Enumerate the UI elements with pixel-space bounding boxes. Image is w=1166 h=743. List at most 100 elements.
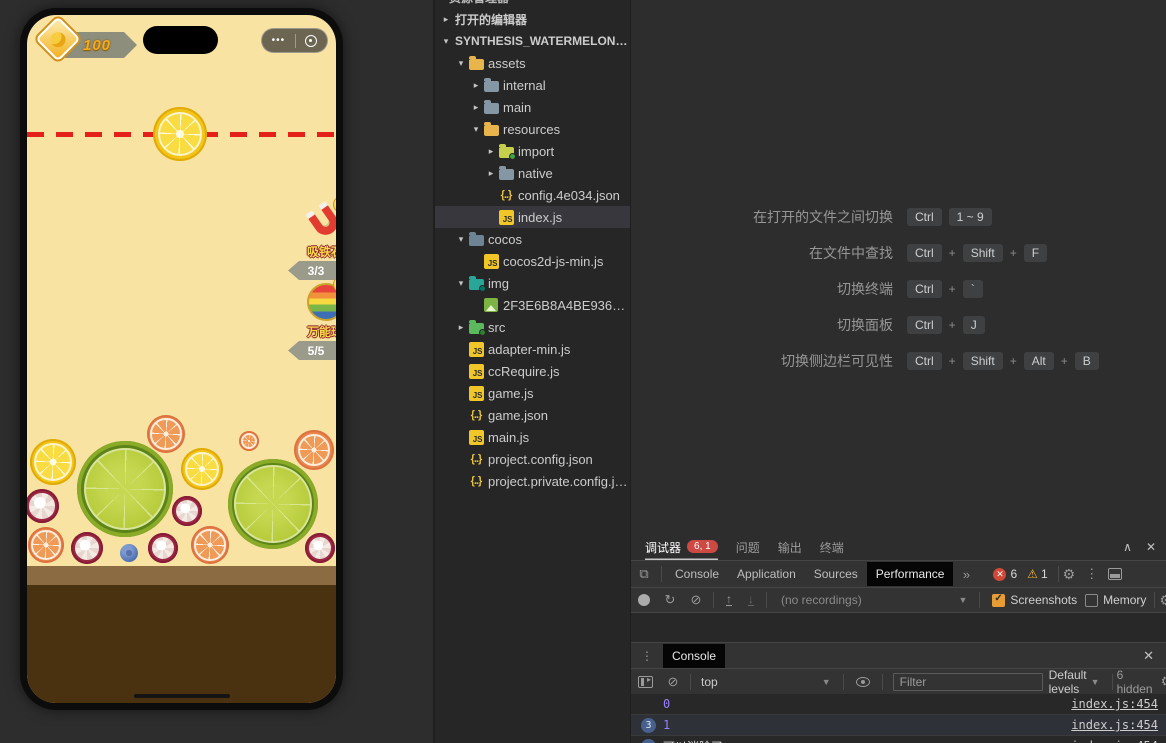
chevron-right-icon[interactable]: ▸: [439, 14, 453, 25]
clear-console-icon[interactable]: ⊘: [660, 674, 686, 690]
panel-tab-调试器[interactable]: 调试器6, 1: [645, 533, 718, 560]
chevron-down-icon[interactable]: ▾: [454, 278, 468, 289]
tree-row-index-js[interactable]: JSindex.js: [435, 206, 630, 228]
warning-count[interactable]: ⚠ 1: [1027, 567, 1047, 581]
tree-row-ccrequire-js[interactable]: JSccRequire.js: [435, 360, 630, 382]
log-message: 1: [663, 718, 670, 732]
dock-side-icon[interactable]: [1108, 568, 1122, 580]
capsule-exit-icon[interactable]: [305, 35, 317, 47]
tree-row-src[interactable]: ▸src: [435, 316, 630, 338]
tree-row-synthesis-watermelon-main[interactable]: ▾SYNTHESIS_WATERMELON-MAIN: [435, 30, 630, 52]
lemon-fruit: [30, 439, 76, 485]
memory-checkbox[interactable]: [1085, 594, 1098, 607]
tree-row-label: index.js: [518, 210, 562, 225]
clear-recordings-icon[interactable]: ⊘: [683, 592, 709, 608]
tree-row-import[interactable]: ▸import: [435, 140, 630, 162]
chevron-down-icon[interactable]: ▾: [469, 124, 483, 135]
phone-notch: [143, 26, 218, 54]
tree-row-assets[interactable]: ▾assets: [435, 52, 630, 74]
tree-row-main[interactable]: ▸main: [435, 96, 630, 118]
devtools-settings-icon[interactable]: ⚙: [1063, 566, 1076, 583]
console-settings-icon[interactable]: ⚙: [1161, 673, 1166, 690]
json-file-icon: {..}: [498, 187, 514, 203]
tree-row-game-json[interactable]: {..}game.json: [435, 404, 630, 426]
tree-row-cocos2d-js-min-js[interactable]: JScocos2d-js-min.js: [435, 250, 630, 272]
tree-row-main-js[interactable]: JSmain.js: [435, 426, 630, 448]
drawer-close-icon[interactable]: ✕: [1143, 648, 1166, 664]
more-tabs-icon[interactable]: »: [953, 567, 979, 582]
console-log-list: 0index.js:45431index.js:454可以消除了index.js…: [631, 694, 1166, 743]
devtools-tab-sources[interactable]: Sources: [805, 562, 867, 586]
levels-caret-icon[interactable]: ▼: [1091, 677, 1100, 687]
devtools-tab-console[interactable]: Console: [666, 562, 728, 586]
keycap: 1 ~ 9: [949, 208, 992, 226]
live-expression-icon[interactable]: [856, 677, 870, 687]
capsule-menu-icon[interactable]: •••: [272, 36, 286, 46]
dropping-fruit: [153, 107, 207, 161]
tree-row-game-js[interactable]: JSgame.js: [435, 382, 630, 404]
keycap: B: [1075, 352, 1099, 370]
tree-row--[interactable]: ▸打开的编辑器: [435, 8, 630, 30]
chevron-right-icon[interactable]: ▸: [484, 168, 498, 179]
chevron-right-icon[interactable]: ▸: [469, 102, 483, 113]
tree-row-2f3e6b8a4be936870-[interactable]: 2F3E6B8A4BE936870...: [435, 294, 630, 316]
screenshots-checkbox[interactable]: [992, 594, 1005, 607]
tree-row-img[interactable]: ▾img: [435, 272, 630, 294]
record-button[interactable]: [638, 594, 650, 606]
reload-and-record-icon[interactable]: ↻: [657, 592, 683, 608]
console-log-row[interactable]: 31index.js:454: [631, 715, 1166, 736]
magnet-powerup-icon[interactable]: ▶: [307, 203, 336, 241]
save-profile-icon[interactable]: ↓: [748, 594, 754, 606]
drawer-tab-console[interactable]: Console: [663, 644, 725, 668]
chevron-right-icon[interactable]: ▸: [469, 80, 483, 91]
console-filter-input[interactable]: [893, 673, 1043, 691]
miniprogram-capsule[interactable]: •••: [261, 28, 328, 53]
console-log-row[interactable]: 0index.js:454: [631, 694, 1166, 715]
recordings-dropdown[interactable]: (no recordings): [781, 593, 862, 607]
chevron-down-icon[interactable]: ▾: [454, 234, 468, 245]
error-count[interactable]: ✕ 6: [993, 567, 1017, 581]
chevron-down-icon[interactable]: ▾: [454, 58, 468, 69]
source-location-link[interactable]: index.js:454: [1071, 718, 1158, 732]
devtools-tab-performance[interactable]: Performance: [867, 562, 954, 586]
hidden-messages-count: 6 hidden: [1117, 668, 1153, 696]
editor-empty-area[interactable]: 在打开的文件之间切换Ctrl1 ~ 9在文件中查找Ctrl+Shift+F切换终…: [631, 0, 1166, 533]
panel-tab-输出[interactable]: 输出: [778, 533, 802, 560]
log-levels-dropdown[interactable]: Default levels: [1049, 668, 1087, 696]
tree-row-project-config-json[interactable]: {..}project.config.json: [435, 448, 630, 470]
panel-tab-终端[interactable]: 终端: [820, 533, 844, 560]
lime-fruit: [77, 441, 173, 537]
inspect-element-icon[interactable]: ⧉: [631, 566, 657, 582]
tree-row-internal[interactable]: ▸internal: [435, 74, 630, 96]
tree-row-config-4e034-json[interactable]: {..}config.4e034.json: [435, 184, 630, 206]
drawer-menu-icon[interactable]: ⋮: [641, 654, 653, 658]
chevron-right-icon[interactable]: ▸: [454, 322, 468, 333]
source-location-link[interactable]: index.js:454: [1071, 739, 1158, 743]
devtools-menu-icon[interactable]: ⋮: [1085, 566, 1098, 582]
tree-row-adapter-min-js[interactable]: JSadapter-min.js: [435, 338, 630, 360]
folder-plain-icon: [468, 231, 484, 247]
tree-row-project-private-config-js-[interactable]: {..}project.private.config.js...: [435, 470, 630, 492]
rainbow-ball-powerup-icon[interactable]: ▶: [307, 283, 336, 321]
console-drawer-tab-bar: ⋮ Console ✕: [631, 642, 1166, 668]
chevron-down-icon[interactable]: ▾: [439, 36, 453, 47]
tree-row-native[interactable]: ▸native: [435, 162, 630, 184]
capture-settings-icon[interactable]: ⚙: [1159, 592, 1166, 609]
score-value: 100: [83, 37, 111, 54]
panel-maximize-icon[interactable]: ∧: [1123, 540, 1132, 554]
load-profile-icon[interactable]: ↑: [726, 594, 732, 606]
mangosteen-fruit: [148, 533, 178, 563]
console-log-row[interactable]: 可以消除了index.js:454: [631, 736, 1166, 743]
tree-row-cocos[interactable]: ▾cocos: [435, 228, 630, 250]
chevron-right-icon[interactable]: ▸: [484, 146, 498, 157]
source-location-link[interactable]: index.js:454: [1071, 697, 1158, 711]
devtools-tab-application[interactable]: Application: [728, 562, 805, 586]
recordings-caret-icon[interactable]: ▼: [958, 595, 967, 605]
panel-close-icon[interactable]: ✕: [1146, 540, 1156, 554]
tree-row-resources[interactable]: ▾resources: [435, 118, 630, 140]
context-selector[interactable]: top: [701, 675, 718, 689]
context-caret-icon[interactable]: ▼: [822, 677, 831, 687]
game-screen[interactable]: 100 ••• ▶ 吸铁石 3/3 ▶ 万能球 5/5: [27, 15, 336, 703]
panel-tab-问题[interactable]: 问题: [736, 533, 760, 560]
console-sidebar-icon[interactable]: [638, 676, 653, 688]
